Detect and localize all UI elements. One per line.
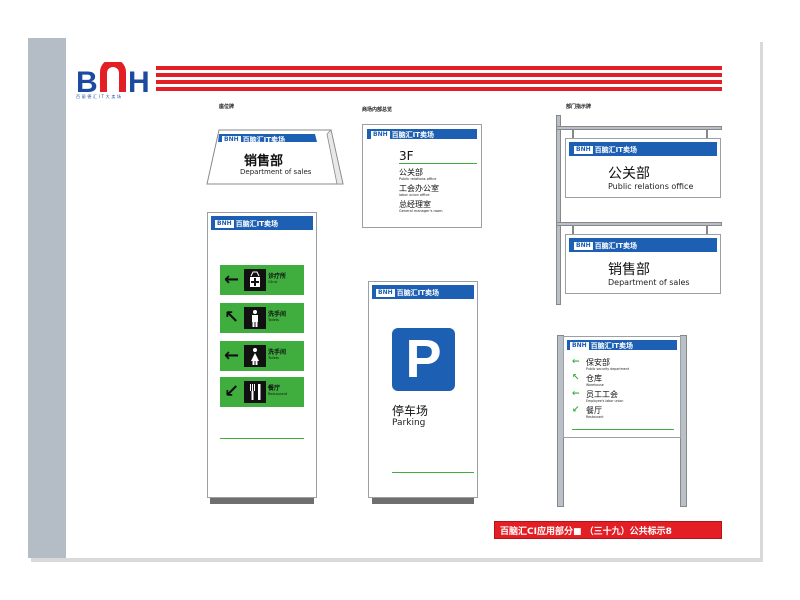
tall-directional-sign: BNH 百脑汇IT卖场 ← 诊疗所 Clinic ↖ 洗手间 Toilets ←… (207, 212, 317, 498)
brand-name: 百脑汇IT卖场 (594, 146, 638, 154)
hanging-sign-brand: BNH 百脑汇IT卖场 (574, 145, 637, 155)
footer-caption: 百脑汇CI应用部分■ （三十九）公共标示8 (500, 527, 672, 537)
direction-panel-en: Clinic (268, 280, 278, 284)
section-label-store-directory: 商场内部总览 (362, 107, 393, 113)
parking-symbol: P (405, 329, 442, 389)
binding-margin (28, 38, 66, 558)
hanging-sign-brand: BNH 百脑汇IT卖场 (574, 241, 637, 251)
directory-item-en: General manager's room (399, 209, 443, 213)
directory-item-en: Public relations office (399, 177, 437, 181)
hanging-sign-en: Public relations office (608, 182, 694, 191)
document-page: B H 百 丽 德 汇 I T 大 卖 场 座位牌 商场内部总览 部门指示牌 B… (0, 0, 800, 600)
direction-panel-cn: 餐厅 (268, 385, 281, 392)
brand-badge: BNH (222, 136, 241, 144)
clinic-icon (244, 269, 266, 291)
arrow-down-left-icon: ↙ (224, 381, 240, 402)
direction-panel-cn: 洗手间 (268, 349, 287, 356)
hanging-sign-cn: 销售部 (608, 262, 650, 278)
brand-badge: BNH (570, 342, 589, 350)
direction-panel-cn: 诊疗所 (268, 273, 287, 280)
arrow-left-icon: ← (572, 357, 580, 367)
post-sign-item-en: Public security department (586, 367, 630, 371)
post-directory-sign: BNH 百脑汇IT卖场 ← 保安部 Public security depart… (563, 336, 681, 438)
parking-sign-en: Parking (392, 418, 426, 428)
arrow-down-left-icon: ↙ (572, 405, 580, 415)
post-sign-item-en: Restaurant (586, 415, 604, 419)
direction-panel: ← 洗手间 Toilets (220, 341, 304, 371)
arrow-up-left-icon: ↖ (572, 373, 580, 383)
direction-panel: ↙ 餐厅 Restaurant (220, 377, 304, 407)
parking-sign-divider (392, 472, 474, 473)
brand-name: 百脑汇IT卖场 (391, 131, 435, 139)
hanging-sign-bar-top (556, 126, 722, 130)
parking-sign: BNH 百脑汇IT卖场 P 停车场 Parking (368, 281, 478, 498)
parking-sign-brand: BNH 百脑汇IT卖场 (376, 288, 439, 298)
post-sign-item-en: Employee's labor union (586, 399, 624, 403)
section-label-desk-sign: 座位牌 (219, 104, 235, 110)
direction-panel-cn: 洗手间 (268, 311, 287, 318)
desk-sign-cn: 销售部 (244, 154, 284, 169)
hanging-sign-hook (706, 226, 708, 234)
direction-panel: ← 诊疗所 Clinic (220, 265, 304, 295)
post-sign-item-en: Warehouse (586, 383, 604, 387)
section-label-department-sign: 部门指示牌 (566, 104, 592, 110)
logo-subtitle: 百 丽 德 汇 I T 大 卖 场 (76, 94, 122, 99)
brand-badge: BNH (371, 131, 390, 139)
hanging-sign: BNH 百脑汇IT卖场 公关部 Public relations office (565, 138, 721, 198)
post-sign-brand: BNH 百脑汇IT卖场 (570, 341, 633, 351)
brand-name: 百脑汇IT卖场 (590, 342, 634, 350)
arrow-left-icon: ← (224, 269, 240, 290)
hanging-sign-post (556, 115, 561, 305)
post-sign-divider (572, 429, 674, 430)
brand-name: 百脑汇IT卖场 (396, 289, 440, 297)
hanging-sign-hook (572, 130, 574, 138)
brand-badge: BNH (574, 242, 593, 250)
arrow-left-icon: ← (224, 345, 240, 366)
directory-post-right (680, 335, 687, 507)
brand-name: 百脑汇IT卖场 (242, 136, 286, 144)
direction-panel-en: Toilets (268, 356, 279, 360)
direction-panel-en: Restaurant (268, 392, 288, 396)
directory-floor: 3F (399, 149, 414, 163)
hanging-sign-cn: 公关部 (608, 166, 650, 182)
arrow-up-left-icon: ↖ (224, 307, 240, 328)
restaurant-icon (244, 381, 266, 403)
directory-sign: BNH 百脑汇IT卖场 3F 公关部 Public relations offi… (362, 124, 482, 228)
parking-sign-cn: 停车场 (392, 404, 429, 418)
hanging-sign-en: Department of sales (608, 278, 690, 287)
arrow-left-icon: ← (572, 389, 580, 399)
direction-panel: ↖ 洗手间 Toilets (220, 303, 304, 333)
brand-badge: BNH (574, 146, 593, 154)
brand-badge: BNH (376, 289, 395, 297)
parking-sign-base (372, 498, 474, 504)
directory-sign-brand: BNH 百脑汇IT卖场 (371, 130, 434, 140)
hanging-sign-hook (706, 130, 708, 138)
directory-item-en: labor union office (399, 193, 430, 197)
hanging-sign-hook (572, 226, 574, 234)
hanging-sign: BNH 百脑汇IT卖场 销售部 Department of sales (565, 234, 721, 294)
desk-sign-en: Department of sales (240, 168, 312, 176)
brand-name: 百脑汇IT卖场 (235, 220, 279, 228)
brand-badge: BNH (215, 220, 234, 228)
female-toilet-icon (244, 345, 266, 367)
desk-sign-brand: BNH 百脑汇IT卖场 (222, 135, 285, 145)
directory-divider (399, 163, 477, 164)
hanging-sign-bar-bottom (556, 222, 722, 226)
tall-sign-brand: BNH 百脑汇IT卖场 (215, 219, 278, 229)
tall-sign-divider (220, 438, 304, 439)
red-stripes (156, 66, 722, 92)
tall-sign-base (210, 498, 314, 504)
direction-panel-en: Toilets (268, 318, 279, 322)
brand-name: 百脑汇IT卖场 (594, 242, 638, 250)
male-toilet-icon (244, 307, 266, 329)
